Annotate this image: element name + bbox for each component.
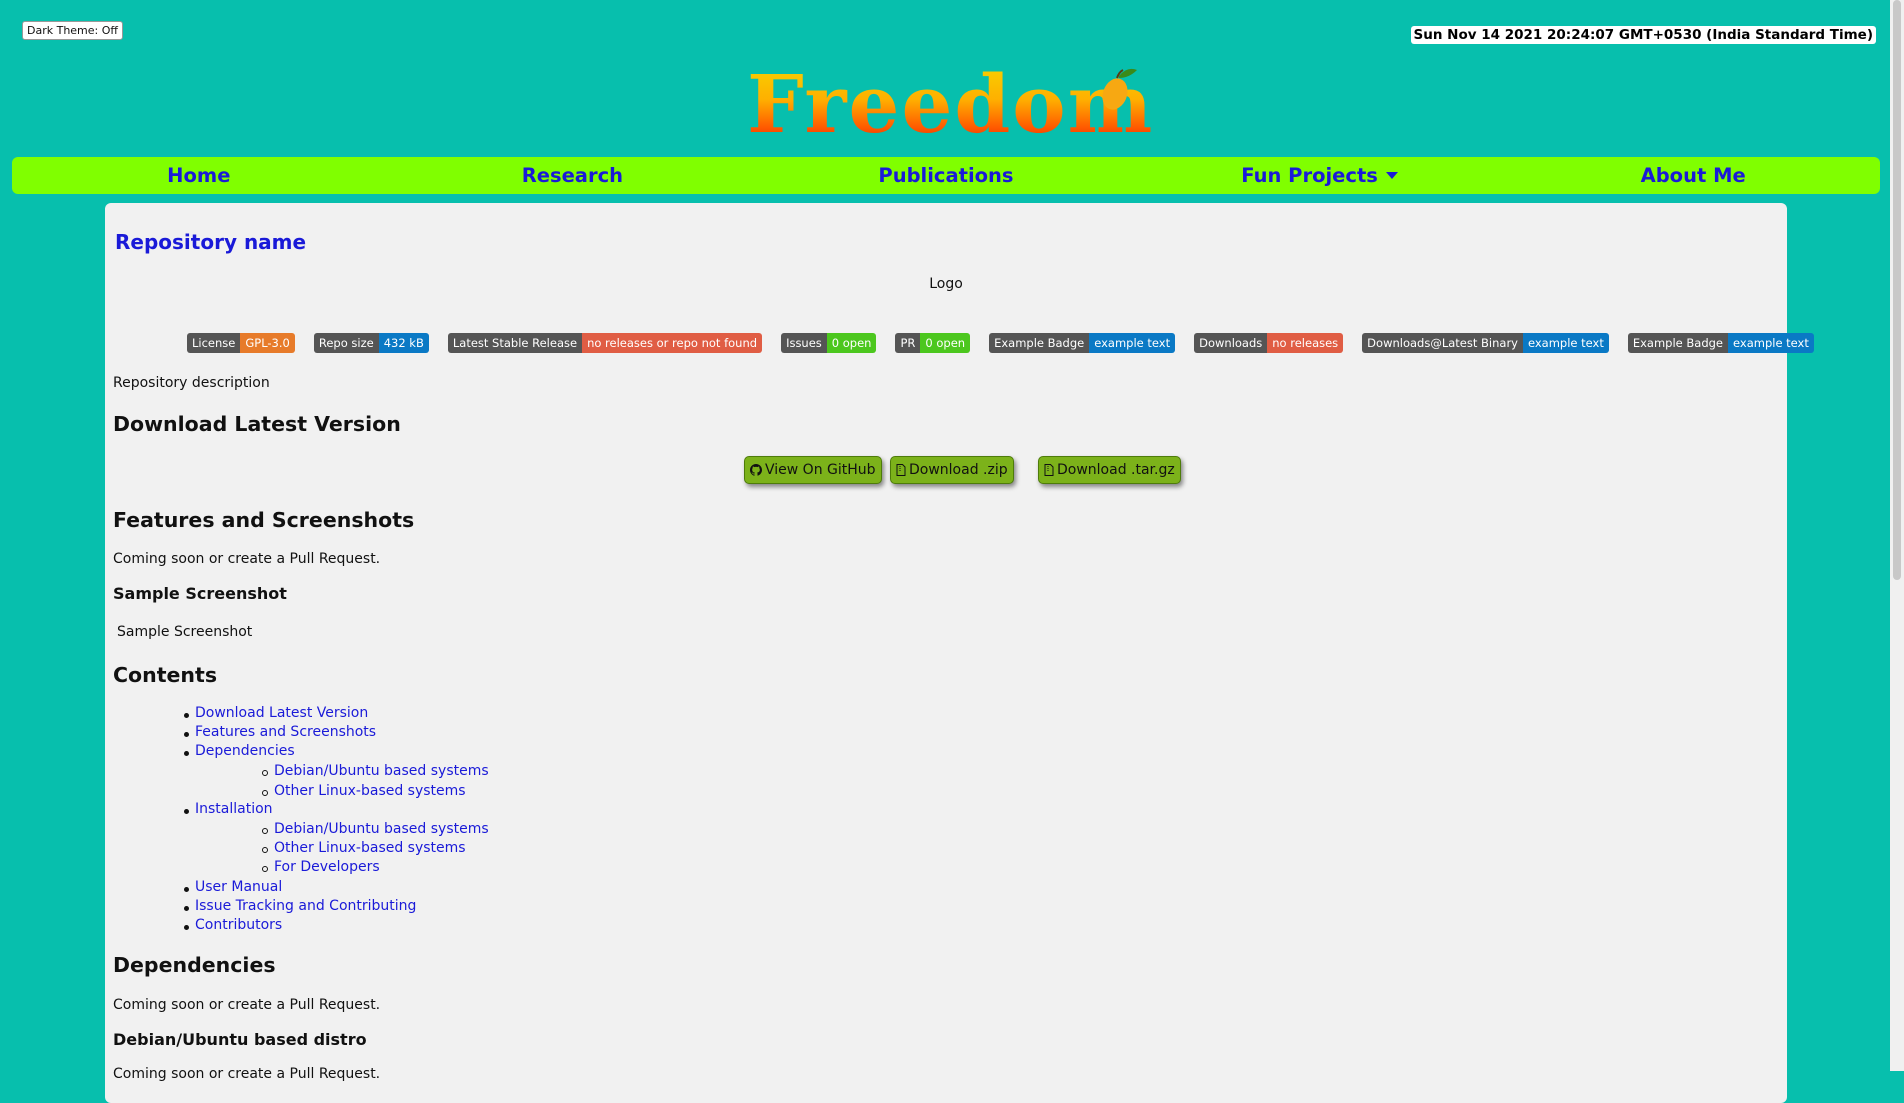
bullet xyxy=(262,770,268,776)
badge[interactable]: Downloads@Latest Binary example text xyxy=(1362,333,1609,353)
toc-features[interactable]: Features and Screenshots xyxy=(195,724,376,740)
dark-theme-toggle[interactable]: Dark Theme: Off xyxy=(22,21,123,40)
download-zip-label: Download .zip xyxy=(909,462,1008,478)
badge[interactable]: Repo size 432 kB xyxy=(313,333,429,353)
badge[interactable]: Downloads no releases xyxy=(1194,333,1344,353)
bullet xyxy=(184,751,189,756)
toc-installation-debian[interactable]: Debian/Ubuntu based systems xyxy=(274,821,489,837)
download-targz-label: Download .tar.gz xyxy=(1057,462,1175,478)
view-on-github-button[interactable]: View On GitHub xyxy=(744,456,882,484)
badge-value: no releases or repo not found xyxy=(582,333,763,353)
download-zip-button[interactable]: Download .zip xyxy=(890,456,1014,484)
nav-publications[interactable]: Publications xyxy=(759,164,1133,187)
nav-fun-projects[interactable]: Fun Projects xyxy=(1133,164,1507,187)
bullet xyxy=(262,866,268,872)
github-icon xyxy=(750,464,762,476)
badge-value: example text xyxy=(1728,333,1814,353)
badge-value: example text xyxy=(1089,333,1176,353)
badge[interactable]: License GPL-3.0 xyxy=(187,333,295,353)
badge-label: License xyxy=(187,333,241,353)
badge-label: Example Badge xyxy=(1627,333,1729,353)
nav-about-me[interactable]: About Me xyxy=(1506,164,1880,187)
badge[interactable]: Example Badge example text xyxy=(1627,333,1814,353)
heading-contents: Contents xyxy=(113,663,218,687)
nav-research[interactable]: Research xyxy=(386,164,760,187)
badge-value: 0 open xyxy=(920,333,971,353)
badge-label: Example Badge xyxy=(989,333,1090,353)
toc-download-latest[interactable]: Download Latest Version xyxy=(195,705,368,721)
site-logo-text: Freedom xyxy=(747,57,1155,151)
page-scrollbar[interactable] xyxy=(1890,0,1904,1071)
heading-features-screenshots: Features and Screenshots xyxy=(113,508,415,532)
dependencies-text: Coming soon or create a Pull Request. xyxy=(113,997,381,1013)
toc-user-manual[interactable]: User Manual xyxy=(195,879,282,895)
scrollbar-thumb[interactable] xyxy=(1893,0,1901,580)
badge-label: Downloads xyxy=(1194,333,1268,353)
bullet xyxy=(262,847,268,853)
badge[interactable]: Example Badge example text xyxy=(989,333,1176,353)
toc-installation-other-linux[interactable]: Other Linux-based systems xyxy=(274,840,466,856)
badge[interactable]: PR 0 open xyxy=(895,333,971,353)
download-targz-button[interactable]: Download .tar.gz xyxy=(1038,456,1181,484)
heading-dependencies: Dependencies xyxy=(113,953,276,977)
badge-label: PR xyxy=(895,333,921,353)
features-text: Coming soon or create a Pull Request. xyxy=(113,551,381,567)
toc-contributors[interactable]: Contributors xyxy=(195,917,282,933)
nav-fun-projects-label: Fun Projects xyxy=(1241,164,1378,187)
badge-label: Latest Stable Release xyxy=(447,333,583,353)
bullet xyxy=(184,887,189,892)
site-logo[interactable]: Freedom xyxy=(747,60,1154,148)
download-buttons: View On GitHub Download .zip Download .t… xyxy=(113,456,1773,486)
nav-home[interactable]: Home xyxy=(12,164,386,187)
badge-label: Downloads@Latest Binary xyxy=(1362,333,1523,353)
repository-title[interactable]: Repository name xyxy=(115,230,306,254)
repository-logo-alt: Logo xyxy=(929,276,963,292)
badge-row: License GPL-3.0 Repo size 432 kB Latest Stab… xyxy=(187,333,1833,353)
view-on-github-label: View On GitHub xyxy=(765,462,876,478)
date-time-display: Sun Nov 14 2021 20:24:07 GMT+0530 (India… xyxy=(1410,26,1876,44)
badge-value: GPL-3.0 xyxy=(240,333,295,353)
badge[interactable]: Latest Stable Release no releases or repo… xyxy=(447,333,763,353)
bullet xyxy=(262,790,268,796)
bullet xyxy=(184,713,189,718)
badge-value: example text xyxy=(1522,333,1609,353)
badge-label: Repo size xyxy=(313,333,379,353)
repository-description: Repository description xyxy=(113,375,270,391)
heading-debian-distro: Debian/Ubuntu based distro xyxy=(113,1030,367,1049)
caret-down-icon xyxy=(1385,172,1398,179)
file-archive-icon xyxy=(896,464,906,476)
bullet xyxy=(184,732,189,737)
bullet xyxy=(184,906,189,911)
toc-issue-tracking[interactable]: Issue Tracking and Contributing xyxy=(195,898,416,914)
toc-dependencies[interactable]: Dependencies xyxy=(195,743,295,759)
badge[interactable]: Issues 0 open xyxy=(781,333,877,353)
bullet xyxy=(262,828,268,834)
toc-dependencies-other-linux[interactable]: Other Linux-based systems xyxy=(274,783,466,799)
badge-value: 0 open xyxy=(826,333,877,353)
content-card: Repository name Logo License GPL-3.0 Repo … xyxy=(105,203,1814,1103)
mango-icon xyxy=(1102,68,1137,110)
main-navigation: Home Research Publications Fun Projects … xyxy=(12,157,1880,194)
toc-for-developers[interactable]: For Developers xyxy=(274,859,380,875)
badge-label: Issues xyxy=(781,333,827,353)
badge-value: no releases xyxy=(1267,333,1344,353)
badge-value: 432 kB xyxy=(378,333,429,353)
toc-dependencies-debian[interactable]: Debian/Ubuntu based systems xyxy=(274,763,489,779)
bullet xyxy=(184,809,189,814)
debian-text: Coming soon or create a Pull Request. xyxy=(113,1066,381,1082)
heading-sample-screenshot: Sample Screenshot xyxy=(113,584,287,603)
heading-download-latest: Download Latest Version xyxy=(113,412,401,436)
toc-installation[interactable]: Installation xyxy=(195,801,273,817)
sample-screenshot-image: Sample Screenshot xyxy=(117,624,253,640)
bullet xyxy=(184,925,189,930)
file-archive-icon xyxy=(1044,464,1054,476)
